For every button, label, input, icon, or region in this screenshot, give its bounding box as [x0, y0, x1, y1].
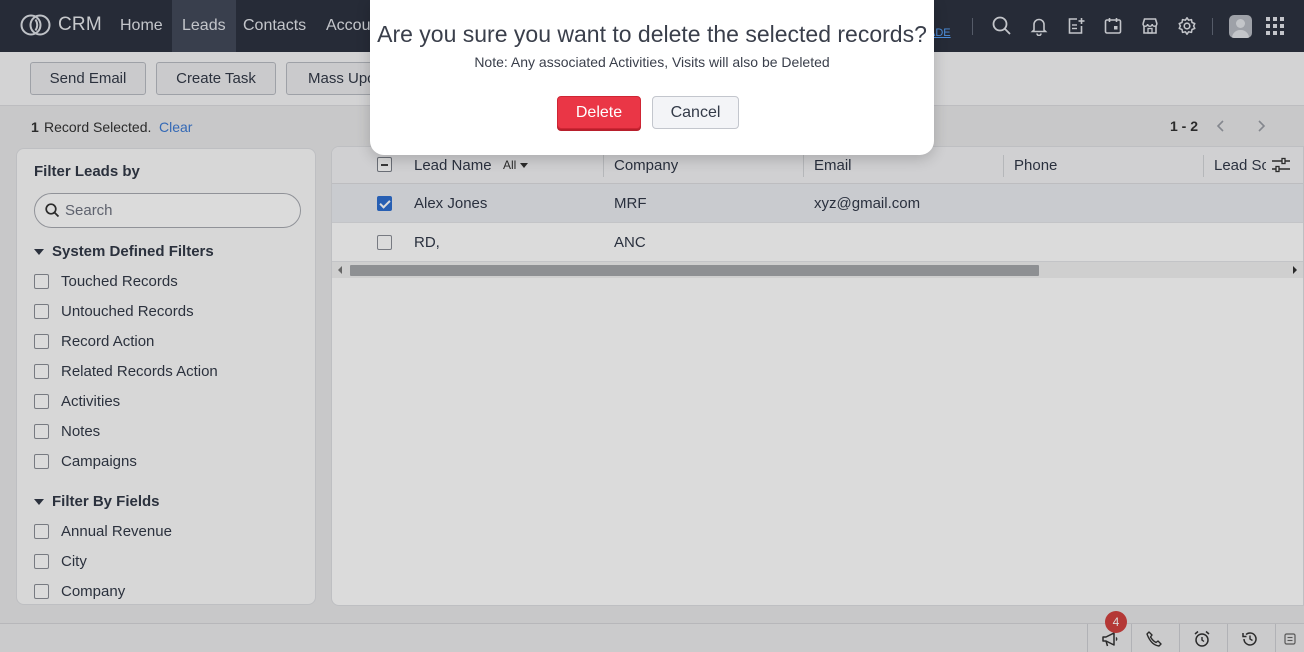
dialog-title: Are you sure you want to delete the sele… — [377, 21, 927, 47]
delete-confirm-dialog: Are you sure you want to delete the sele… — [370, 0, 934, 155]
delete-button[interactable]: Delete — [557, 96, 641, 129]
dialog-note: Note: Any associated Activities, Visits … — [474, 54, 830, 70]
cancel-button[interactable]: Cancel — [652, 96, 739, 129]
